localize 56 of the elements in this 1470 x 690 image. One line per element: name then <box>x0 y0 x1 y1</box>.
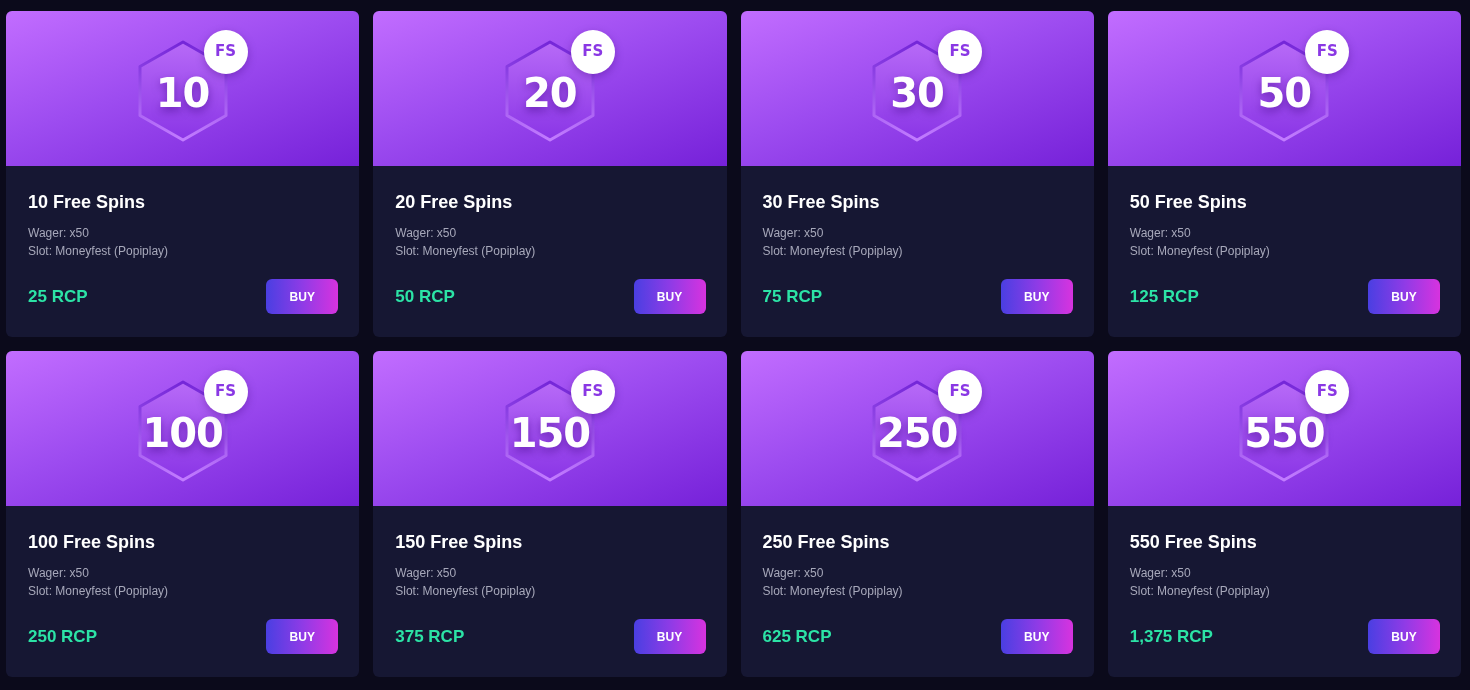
offer-detail: Wager: x50 <box>395 225 457 242</box>
fs-badge: FS <box>203 29 248 74</box>
fs-badge: FS <box>1305 29 1350 74</box>
spin-count: 550 <box>1244 412 1325 453</box>
spin-count: 30 <box>890 72 944 113</box>
offer-detail: Slot: Moneyfest (Popiplay) <box>762 583 903 600</box>
offer-price: 50 RCP <box>395 285 455 308</box>
fs-badge: FS <box>938 369 983 414</box>
spin-count: 50 <box>1257 72 1312 113</box>
spin-count: 150 <box>509 412 591 453</box>
offer-title: 20 Free Spins <box>395 191 513 214</box>
offer-detail: Slot: Moneyfest (Popiplay) <box>762 243 903 260</box>
offer-price: 1,375 RCP <box>1129 625 1213 648</box>
offer-detail: Wager: x50 <box>28 565 89 582</box>
offer-title: 30 Free Spins <box>762 191 880 214</box>
offer-price: 75 RCP <box>762 285 823 308</box>
offer-detail: Slot: Moneyfest (Popiplay) <box>1129 583 1270 600</box>
fs-badge: FS <box>203 369 248 414</box>
spin-count: 20 <box>523 72 577 113</box>
buy-button[interactable]: BUY <box>1368 619 1440 654</box>
offer-detail: Wager: x50 <box>1129 565 1191 582</box>
offer-price: 625 RCP <box>762 625 832 648</box>
buy-button[interactable]: BUY <box>633 279 706 314</box>
spin-count: 250 <box>876 412 958 453</box>
offer-title: 250 Free Spins <box>762 531 890 554</box>
offer-detail: Slot: Moneyfest (Popiplay) <box>28 243 169 260</box>
offer-price: 375 RCP <box>395 625 465 648</box>
offer-detail: Slot: Moneyfest (Popiplay) <box>395 243 536 260</box>
buy-button[interactable]: BUY <box>633 619 706 654</box>
offer-detail: Slot: Moneyfest (Popiplay) <box>395 583 536 600</box>
offer-detail: Wager: x50 <box>762 225 824 242</box>
fs-badge: FS <box>1305 369 1350 414</box>
buy-button[interactable]: BUY <box>1000 279 1073 314</box>
buy-button[interactable]: BUY <box>266 619 339 654</box>
offer-detail: Wager: x50 <box>762 565 824 582</box>
buy-button[interactable]: BUY <box>266 279 339 314</box>
offer-detail: Slot: Moneyfest (Popiplay) <box>28 583 169 600</box>
spin-count: 100 <box>142 412 223 453</box>
fs-badge: FS <box>570 369 615 414</box>
offer-detail: Wager: x50 <box>1129 225 1191 242</box>
offer-price: 125 RCP <box>1129 285 1199 308</box>
offer-title: 550 Free Spins <box>1129 531 1257 554</box>
offer-detail: Wager: x50 <box>28 225 89 242</box>
offer-title: 10 Free Spins <box>28 191 146 214</box>
fs-badge: FS <box>938 29 983 74</box>
offer-title: 100 Free Spins <box>28 531 156 554</box>
fs-badge: FS <box>570 29 615 74</box>
offer-price: 250 RCP <box>28 625 97 648</box>
buy-button[interactable]: BUY <box>1000 619 1073 654</box>
offer-title: 50 Free Spins <box>1129 191 1247 214</box>
offer-title: 150 Free Spins <box>395 531 523 554</box>
spin-count: 10 <box>155 72 210 113</box>
offer-detail: Slot: Moneyfest (Popiplay) <box>1129 243 1270 260</box>
buy-button[interactable]: BUY <box>1368 279 1440 314</box>
offer-price: 25 RCP <box>28 285 88 308</box>
offer-detail: Wager: x50 <box>395 565 457 582</box>
